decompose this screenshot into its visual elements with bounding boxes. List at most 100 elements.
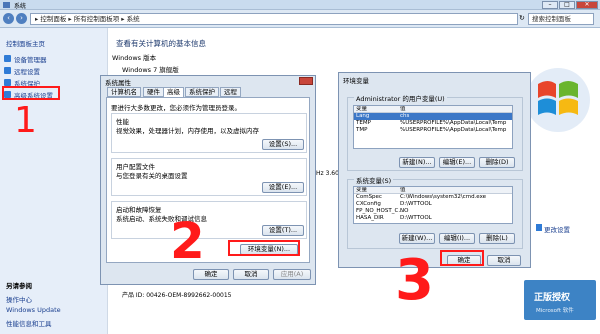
- sidebar-item-remote[interactable]: 远程设置: [14, 66, 40, 76]
- tab-hardware[interactable]: 硬件: [143, 87, 164, 97]
- performance-group: 性能 视觉效果，处理器计划，内存使用，以及虚拟内存 设置(S)...: [111, 113, 307, 153]
- forward-icon[interactable]: ›: [16, 13, 27, 24]
- table-row[interactable]: ComSpec C:\Windows\system32\cmd.exe: [354, 194, 512, 201]
- admin-note: 要进行大多数更改，您必须作为管理员登录。: [111, 104, 241, 112]
- row-value: %USERPROFILE%\AppData\Local\Temp: [400, 127, 507, 133]
- genuine-subtitle: Microsoft 软件: [536, 308, 574, 314]
- row-value: D:\WTTOOL: [400, 215, 432, 221]
- tab-system-protection[interactable]: 系统保护: [185, 87, 219, 97]
- windows-logo-icon: [526, 68, 590, 132]
- close-button[interactable]: [299, 77, 313, 85]
- highlight-env-button: [228, 240, 300, 256]
- back-icon[interactable]: ‹: [3, 13, 14, 24]
- table-row[interactable]: CXConfig D:\WTTOOL: [354, 201, 512, 208]
- genuine-badge: 正版授权 Microsoft 软件: [524, 280, 596, 320]
- row-variable: CXConfig: [356, 201, 381, 207]
- table-row[interactable]: HASA_DIR D:\WTTOOL: [354, 215, 512, 222]
- environment-variables-dialog: 环境变量 Administrator 的用户变量(U) 变量 值 Lang chs …: [338, 72, 531, 268]
- row-value: D:\WTTOOL: [400, 201, 432, 207]
- user-variables-list[interactable]: 变量 值 Lang chs TEMP %USERPROFILE%\AppData\Lo…: [353, 105, 513, 149]
- row-variable: Lang: [356, 113, 370, 119]
- cancel-button[interactable]: 取消: [233, 269, 269, 280]
- annotation-step-3: 3: [395, 248, 434, 313]
- search-input[interactable]: 搜索控制面板: [528, 13, 594, 25]
- shield-icon: [4, 67, 11, 74]
- window-controls: – □ ✕: [542, 1, 598, 9]
- profile-desc: 与您登录有关的桌面设置: [116, 172, 188, 180]
- dialog-title: 系统属性: [105, 79, 131, 87]
- product-id: 产品 ID: 00426-OEM-8992662-00015: [122, 292, 232, 299]
- cpu-value: Hz 3.60: [316, 170, 339, 177]
- performance-settings-button[interactable]: 设置(S)...: [262, 139, 304, 150]
- row-variable: HASA_DIR: [356, 215, 384, 221]
- tab-remote[interactable]: 远程: [220, 87, 241, 97]
- row-variable: TEMP: [356, 120, 371, 126]
- annotation-step-2: 2: [170, 212, 205, 270]
- shield-icon: [4, 79, 11, 86]
- row-variable: ComSpec: [356, 194, 382, 200]
- user-profile-group: 用户配置文件 与您登录有关的桌面设置 设置(E)...: [111, 158, 307, 196]
- list-header: 变量 值: [354, 187, 512, 194]
- address-toolbar: ‹ › ▸ 控制面板 ▸ 所有控制面板项 ▸ 系统 ↻ 搜索控制面板: [0, 10, 600, 28]
- sidebar-item-device-manager[interactable]: 设备管理器: [14, 54, 47, 64]
- cancel-button[interactable]: 取消: [487, 255, 521, 266]
- dialog-title: 环境变量: [343, 77, 369, 85]
- user-edit-button[interactable]: 编辑(E)...: [439, 157, 475, 168]
- performance-desc: 视觉效果，处理器计划，内存使用，以及虚拟内存: [116, 127, 259, 135]
- genuine-title: 正版授权: [534, 293, 571, 303]
- minimize-button[interactable]: –: [542, 1, 558, 9]
- table-row[interactable]: TEMP %USERPROFILE%\AppData\Local\Temp: [354, 120, 512, 127]
- edition-title: Windows 版本: [112, 54, 157, 62]
- highlight-advanced-settings: [2, 86, 60, 100]
- window-title: 系统: [14, 3, 27, 10]
- change-settings-link[interactable]: 更改设置: [544, 224, 570, 234]
- maximize-button[interactable]: □: [559, 1, 575, 9]
- user-new-button[interactable]: 新建(N)...: [399, 157, 435, 168]
- row-variable: TMP: [356, 127, 368, 133]
- row-value: NO: [400, 208, 409, 214]
- column-value: 值: [400, 187, 406, 193]
- system-variables-list[interactable]: 变量 值 ComSpec C:\Windows\system32\cmd.exe C…: [353, 186, 513, 224]
- startup-settings-button[interactable]: 设置(T)...: [262, 225, 304, 236]
- apply-button[interactable]: 应用(A): [273, 269, 311, 280]
- row-variable: FP_NO_HOST_C...: [356, 208, 404, 214]
- system-delete-button[interactable]: 删除(L): [479, 233, 515, 244]
- sidebar-home-link[interactable]: 控制面板主页: [6, 38, 45, 48]
- see-also-performance[interactable]: 性能信息和工具: [6, 318, 52, 328]
- profile-settings-button[interactable]: 设置(E)...: [262, 182, 304, 193]
- startup-group: 启动和故障恢复 系统启动、系统失败和调试信息 设置(T)...: [111, 201, 307, 239]
- close-button[interactable]: ✕: [576, 1, 598, 9]
- column-value: 值: [400, 106, 406, 112]
- system-edit-button[interactable]: 编辑(I)...: [439, 233, 475, 244]
- row-value: chs: [400, 113, 410, 119]
- tab-computer-name[interactable]: 计算机名: [107, 87, 141, 97]
- see-also-action-center[interactable]: 操作中心: [6, 294, 32, 304]
- window-titlebar: 系统 – □ ✕: [0, 0, 600, 10]
- table-row[interactable]: FP_NO_HOST_C... NO: [354, 208, 512, 215]
- shield-icon: [4, 55, 11, 62]
- tab-panel: 要进行大多数更改，您必须作为管理员登录。 性能 视觉效果，处理器计划，内存使用，…: [106, 97, 310, 263]
- user-variables-title: Administrator 的用户变量(U): [354, 93, 447, 103]
- refresh-icon[interactable]: ↻: [519, 14, 526, 24]
- column-variable: 变量: [356, 106, 368, 112]
- see-also-windows-update[interactable]: Windows Update: [6, 306, 61, 314]
- list-header: 变量 值: [354, 106, 512, 113]
- table-row[interactable]: Lang chs: [354, 113, 512, 120]
- system-new-button[interactable]: 新建(W)...: [399, 233, 435, 244]
- column-variable: 变量: [356, 187, 368, 193]
- page-title: 查看有关计算机的基本信息: [116, 39, 206, 48]
- table-row[interactable]: TMP %USERPROFILE%\AppData\Local\Temp: [354, 127, 512, 134]
- user-delete-button[interactable]: 删除(D): [479, 157, 515, 168]
- row-value: C:\Windows\system32\cmd.exe: [400, 194, 487, 200]
- shield-icon: [536, 224, 542, 231]
- ok-button[interactable]: 确定: [193, 269, 229, 280]
- address-bar[interactable]: ▸ 控制面板 ▸ 所有控制面板项 ▸ 系统: [30, 13, 518, 25]
- row-value: %USERPROFILE%\AppData\Local\Temp: [400, 120, 507, 126]
- highlight-ok-button: [440, 250, 484, 266]
- system-variables-title: 系统变量(S): [354, 175, 394, 185]
- system-icon: [3, 2, 10, 8]
- sidebar: 控制面板主页 设备管理器 远程设置 系统保护 高级系统设置 另请参阅 操作中心 …: [0, 28, 108, 334]
- see-also-title: 另请参阅: [6, 282, 32, 290]
- edition-value: Windows 7 旗舰版: [122, 66, 179, 74]
- annotation-step-1: 1: [14, 100, 37, 141]
